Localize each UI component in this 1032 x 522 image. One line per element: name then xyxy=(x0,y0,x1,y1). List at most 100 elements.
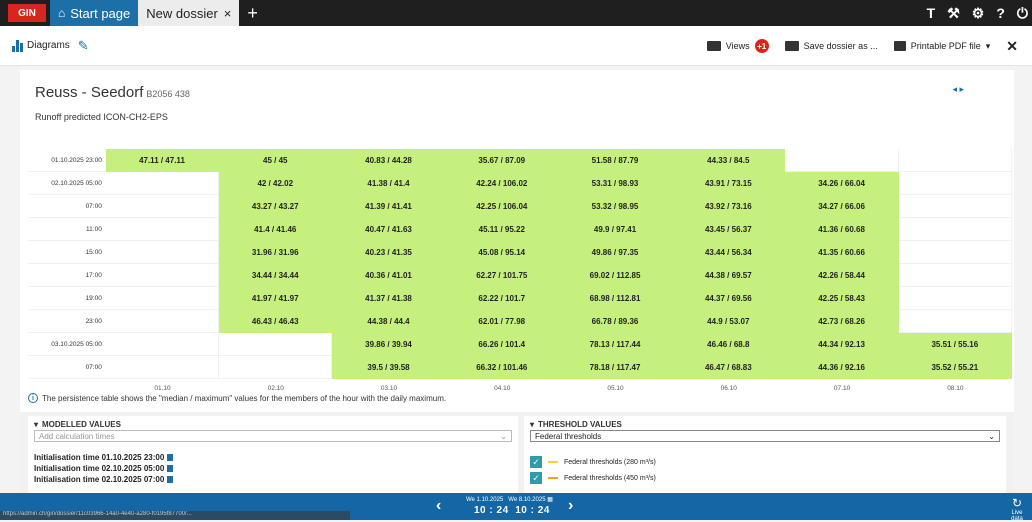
text-tool-icon[interactable]: T xyxy=(927,5,936,21)
pencil-icon[interactable]: ✎ xyxy=(78,38,89,54)
time-from: 10 : 24 xyxy=(474,505,509,516)
diagrams-button[interactable]: Diagrams ✎ xyxy=(12,38,89,54)
table-cell[interactable]: 40.83 / 44.28 xyxy=(332,149,446,172)
table-cell[interactable]: 35.67 / 87.09 xyxy=(445,149,559,172)
table-cell[interactable]: 42.25 / 58.43 xyxy=(785,287,899,310)
table-cell[interactable]: 41.4 / 41.46 xyxy=(219,218,333,241)
table-cell[interactable]: 53.31 / 98.93 xyxy=(558,172,673,195)
table-cell[interactable]: 43.27 / 43.27 xyxy=(219,195,333,218)
table-cell[interactable]: 46.43 / 46.43 xyxy=(219,310,333,333)
table-cell[interactable]: 41.36 / 60.68 xyxy=(785,218,899,241)
trash-icon[interactable] xyxy=(167,476,174,484)
table-cell[interactable]: 31.96 / 31.96 xyxy=(219,241,333,264)
table-cell[interactable]: 41.97 / 41.97 xyxy=(219,287,333,310)
table-cell[interactable]: 39.86 / 39.94 xyxy=(332,333,446,356)
close-dossier-button[interactable]: ✕ xyxy=(1006,38,1018,55)
table-cell[interactable]: 34.27 / 66.06 xyxy=(785,195,899,218)
table-cell[interactable]: 44.33 / 84.5 xyxy=(672,149,786,172)
table-cell[interactable]: 49.9 / 97.41 xyxy=(558,218,673,241)
table-cell[interactable]: 62.27 / 101.75 xyxy=(445,264,559,287)
add-tab-button[interactable]: + xyxy=(247,3,258,24)
table-cell[interactable]: 35.51 / 55.16 xyxy=(898,333,1012,356)
threshold-checkbox[interactable]: ✓ xyxy=(530,472,542,484)
gin-logo[interactable]: GIN xyxy=(8,4,46,22)
close-tab-icon[interactable]: × xyxy=(224,6,232,21)
save-dossier-button[interactable]: Save dossier as ... xyxy=(784,41,878,51)
tools-icon[interactable]: ⚒ xyxy=(947,5,960,22)
table-cell[interactable]: 42.26 / 58.44 xyxy=(785,264,899,287)
threshold-checkbox[interactable]: ✓ xyxy=(530,456,542,468)
table-cell[interactable]: 45 / 45 xyxy=(219,149,333,172)
table-cell[interactable]: 46.46 / 68.8 xyxy=(672,333,786,356)
table-cell[interactable]: 35.52 / 55.21 xyxy=(898,356,1012,379)
help-icon[interactable]: ? xyxy=(996,5,1005,21)
calendar-icon[interactable]: ▦ xyxy=(547,497,553,503)
panel-nav-icons[interactable]: ◂ ▸ xyxy=(952,84,964,95)
table-cell[interactable]: 41.37 / 41.38 xyxy=(332,287,446,310)
table-cell[interactable]: 44.34 / 92.13 xyxy=(785,333,899,356)
next-time-button[interactable]: › xyxy=(568,497,573,515)
table-cell[interactable]: 43.45 / 56.37 xyxy=(672,218,786,241)
printable-pdf-button[interactable]: Printable PDF file ▾ xyxy=(893,41,990,52)
table-cell[interactable]: 47.11 / 47.11 xyxy=(105,149,220,172)
calculation-times-select[interactable]: Add calculation times ⌄ xyxy=(34,430,512,442)
live-data-button[interactable]: ↻ Live data xyxy=(1006,496,1028,522)
table-row: 07:00 39.5 / 39.58 66.32 / 101.46 78.18 / 1… xyxy=(28,356,1012,379)
table-cell[interactable]: 44.9 / 53.07 xyxy=(672,310,786,333)
time-range[interactable]: 10 : 24 10 : 24 xyxy=(474,505,550,516)
settings-icon[interactable]: ⚙ xyxy=(972,5,985,22)
table-cell[interactable]: 39.5 / 39.58 xyxy=(332,356,446,379)
logout-icon[interactable]: ⏻ xyxy=(1017,5,1028,22)
trash-icon[interactable] xyxy=(167,454,174,462)
table-cell[interactable]: 42.73 / 68.26 xyxy=(785,310,899,333)
table-cell[interactable]: 41.35 / 60.66 xyxy=(785,241,899,264)
date-range[interactable]: We 1.10.2025 We 8.10.2025 ▦ xyxy=(466,496,553,503)
table-cell[interactable]: 66.32 / 101.46 xyxy=(445,356,559,379)
table-cell[interactable]: 69.02 / 112.85 xyxy=(558,264,673,287)
table-row: 19:00 41.97 / 41.97 41.37 / 41.38 62.22 / 1… xyxy=(28,287,1012,310)
table-cell[interactable]: 41.39 / 41.41 xyxy=(332,195,446,218)
table-cell[interactable]: 44.37 / 69.56 xyxy=(672,287,786,310)
table-cell[interactable]: 49.86 / 97.35 xyxy=(558,241,673,264)
table-cell[interactable]: 53.32 / 98.95 xyxy=(558,195,673,218)
threshold-select[interactable]: Federal thresholds ⌄ xyxy=(530,430,1000,442)
table-cell[interactable]: 43.44 / 56.34 xyxy=(672,241,786,264)
table-cell[interactable]: 62.01 / 77.98 xyxy=(445,310,559,333)
tab-start-page[interactable]: ⌂ Start page xyxy=(50,0,139,26)
table-cell[interactable]: 46.47 / 68.83 xyxy=(672,356,786,379)
table-cell[interactable]: 34.26 / 66.04 xyxy=(785,172,899,195)
table-cell[interactable]: 40.47 / 41.63 xyxy=(332,218,446,241)
table-cell[interactable]: 42 / 42.02 xyxy=(219,172,333,195)
table-cell[interactable]: 44.38 / 44.4 xyxy=(332,310,446,333)
table-cell[interactable]: 34.44 / 34.44 xyxy=(219,264,333,287)
table-cell[interactable]: 44.38 / 69.57 xyxy=(672,264,786,287)
table-cell[interactable]: 42.24 / 106.02 xyxy=(445,172,559,195)
table-cell[interactable]: 43.91 / 73.15 xyxy=(672,172,786,195)
table-cell[interactable]: 44.36 / 92.16 xyxy=(785,356,899,379)
trash-icon[interactable] xyxy=(167,465,174,473)
collapse-icon: ▾ xyxy=(530,420,535,429)
table-cell[interactable]: 45.11 / 95.22 xyxy=(445,218,559,241)
previous-time-button[interactable]: ‹ xyxy=(436,497,441,515)
tab-new-dossier[interactable]: New dossier × xyxy=(138,0,240,26)
threshold-values-title: THRESHOLD VALUES xyxy=(538,420,622,429)
table-cell[interactable]: 66.78 / 89.36 xyxy=(558,310,673,333)
table-cell[interactable]: 45.08 / 95.14 xyxy=(445,241,559,264)
modelled-values-header[interactable]: ▾ MODELLED VALUES xyxy=(28,416,518,429)
threshold-values-box: ▾ THRESHOLD VALUES Federal thresholds ⌄ … xyxy=(524,416,1006,495)
table-cell[interactable]: 41.38 / 41.4 xyxy=(332,172,446,195)
table-cell[interactable]: 62.22 / 101.7 xyxy=(445,287,559,310)
table-cell[interactable]: 78.13 / 117.44 xyxy=(558,333,673,356)
date-tick: 07.10 xyxy=(833,385,851,392)
table-cell[interactable]: 40.23 / 41.35 xyxy=(332,241,446,264)
table-row: 23:00 46.43 / 46.43 44.38 / 44.4 62.01 / 77… xyxy=(28,310,1012,333)
table-cell[interactable]: 40.36 / 41.01 xyxy=(332,264,446,287)
table-cell[interactable]: 51.58 / 87.79 xyxy=(558,149,673,172)
table-cell[interactable]: 42.25 / 106.04 xyxy=(445,195,559,218)
threshold-values-header[interactable]: ▾ THRESHOLD VALUES xyxy=(524,416,1006,429)
table-cell[interactable]: 43.92 / 73.16 xyxy=(672,195,786,218)
views-button[interactable]: Views +1 xyxy=(706,39,769,53)
table-cell[interactable]: 68.98 / 112.81 xyxy=(558,287,673,310)
table-cell[interactable]: 78.18 / 117.47 xyxy=(558,356,673,379)
table-cell[interactable]: 66.26 / 101.4 xyxy=(445,333,559,356)
